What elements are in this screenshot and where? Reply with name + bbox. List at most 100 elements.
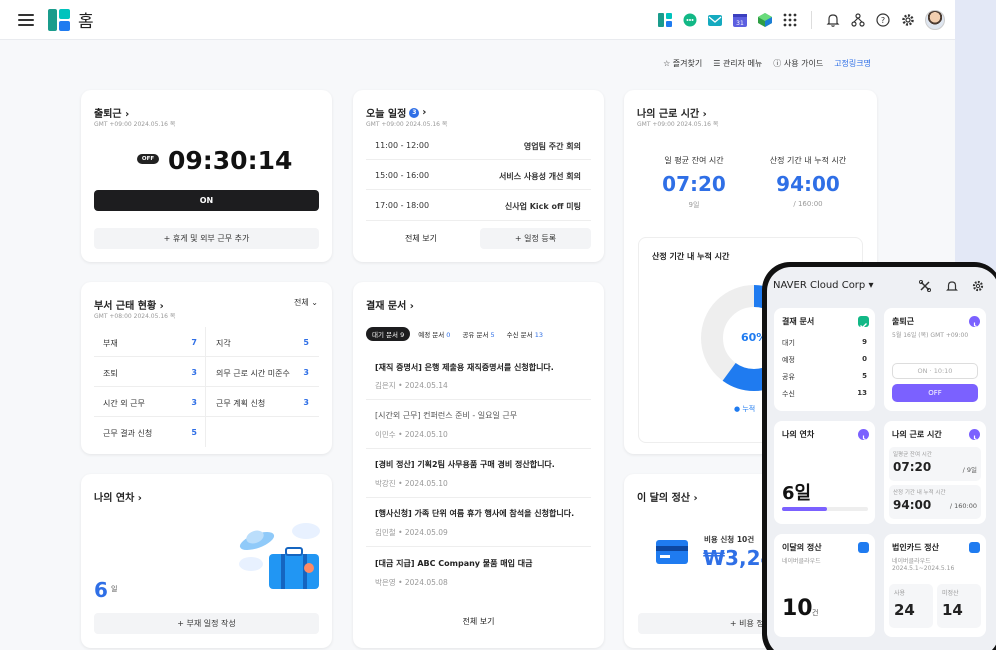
mobile-expense-value: 10 [782,596,813,621]
mobile-off-button[interactable]: OFF [892,384,978,402]
company-selector[interactable]: NAVER Cloud Corp ▾ [773,280,873,291]
tab-label: 예정 문서 [418,331,445,339]
chat-icon[interactable] [682,12,698,28]
calendar-icon[interactable]: 31 [732,12,748,28]
org-chart-icon[interactable] [850,12,866,28]
dept-stat[interactable]: 부재 7 [103,338,197,349]
tab-label: 공유 문서 [462,331,489,339]
leave-progress-fill [782,507,827,511]
dept-stat[interactable]: 근무 계획 신청 3 [216,398,309,409]
mobile-worktime-card[interactable]: 나의 근로 시간 일평균 잔여 시간 07:20 / 9일 산정 기간 내 누적… [884,421,986,524]
view-all-approval-button[interactable]: 전체 보기 [366,616,591,627]
mobile-corp-card[interactable]: 법인카드 정산 네이버클라우드 2024.5.1~2024.5.16 사용 24… [884,534,986,637]
add-absence-button[interactable]: + 부재 일정 작성 [94,613,319,634]
favorites-link[interactable]: ☆ 즐겨찾기 [663,58,702,69]
unsettled-value: 14 [942,601,963,619]
leave-card: 나의 연차 › 6 일 + 부재 일정 작성 [81,474,332,648]
stat-label: 조퇴 [103,369,118,378]
logo-icon[interactable] [48,8,70,31]
avg-label: 일 평균 잔여 시간 [664,156,724,165]
avatar[interactable] [925,10,945,30]
user-guide-link[interactable]: ⓘ 사용 가이드 [773,58,823,69]
tab-scheduled[interactable]: 예정 문서 0 [414,327,454,341]
mobile-corp-sub: 네이버클라우드 [892,558,931,565]
schedule-item[interactable]: 17:00 - 18:00 신사업 Kick off 미팅 [375,201,581,212]
mobile-approval-row: 공유 5 [782,372,867,382]
stat-value: 5 [303,338,309,347]
row-label: 수신 [782,390,795,398]
doc-title[interactable]: [경비 정산] 기획2팀 사무용품 구매 경비 정산합니다. [375,459,555,470]
tab-count: 13 [534,331,544,339]
help-icon[interactable]: ? [875,12,891,28]
stat-value: 3 [191,398,197,407]
folder-icon [858,542,869,553]
add-break-button[interactable]: + 휴게 및 외부 근무 추가 [94,228,319,249]
chart-title: 산정 기간 내 누적 시간 [652,252,730,261]
doc-meta: 김은지 • 2024.05.14 [375,381,448,390]
dept-title[interactable]: 부서 근태 현황 › [94,297,164,312]
gear-icon[interactable] [900,12,916,28]
doc-title[interactable]: [행사신청] 가족 단위 여름 휴가 행사에 참석을 신청합니다. [375,508,574,519]
mobile-approval-row: 수신 13 [782,389,867,399]
dept-stat[interactable]: 근무 결과 신청 5 [103,428,197,439]
bell-icon[interactable] [825,12,841,28]
used-label: 사용 [894,590,906,597]
tab-pending[interactable]: 대기 문서 9 [366,327,411,341]
tools-icon[interactable] [919,280,931,292]
cum-value: 94:00 [776,172,840,196]
bell-icon[interactable] [946,280,958,292]
doc-title[interactable]: [재직 증명서] 은행 제출용 재직증명서를 신청합니다. [375,362,554,373]
top-bar: 홈 31 ? [0,0,955,40]
mobile-leave-card[interactable]: 나의 연차 6일 [774,421,875,524]
expense-title[interactable]: 이 달의 정산 › [637,489,698,504]
pinned-link[interactable]: 고정링크명 [834,58,871,69]
mobile-commute-card[interactable]: 출퇴근 5월 16일 (목) GMT +09:00 ON · 10:10 OFF [884,308,986,411]
gear-icon[interactable] [972,280,984,292]
dept-filter-dropdown[interactable]: 전체 ⌄ [294,297,318,308]
worktime-title[interactable]: 나의 근로 시간 › [637,105,707,120]
mail-icon[interactable] [707,12,723,28]
tab-received[interactable]: 수신 문서 13 [503,327,547,341]
commute-title[interactable]: 출퇴근 › [94,105,129,120]
mobile-approval-card[interactable]: 결재 문서 대기 9 예정 0 공유 5 수신 13 [774,308,875,411]
expense-label: 비용 신청 10건 [704,535,755,544]
doc-title[interactable]: [시간외 근무] 컨퍼런스 준비 - 일요일 근무 [375,410,517,421]
drive-icon[interactable] [757,12,773,28]
divider [205,327,206,447]
tab-label: 수신 문서 [506,331,533,339]
schedule-item[interactable]: 11:00 - 12:00 영업팀 주간 회의 [375,141,581,152]
schedule-title[interactable]: 오늘 일정 3 › [366,105,426,120]
schedule-item[interactable]: 15:00 - 16:00 서비스 사용성 개선 회의 [375,171,581,182]
svg-text:?: ? [881,16,885,25]
doc-meta: 박강진 • 2024.05.10 [375,479,448,488]
schedule-time: 11:00 - 12:00 [375,141,430,150]
divider [366,546,591,547]
dept-stat[interactable]: 의무 근로 시간 미준수 3 [216,368,309,379]
works-icon[interactable] [657,12,673,28]
mobile-cum-label: 산정 기간 내 누적 시간 [893,490,946,496]
stat-label: 의무 근로 시간 미준수 [216,369,290,378]
mobile-corp-title: 법인카드 정산 [892,543,939,552]
mobile-cum-value: 94:00 [893,498,932,512]
leave-unit: 일 [111,585,118,593]
mobile-expense-card[interactable]: 이달의 정산 네이버클라우드 10 건 [774,534,875,637]
mobile-approval-title: 결재 문서 [782,317,815,326]
doc-title[interactable]: [대금 지급] ABC Company 물품 매입 대금 [375,558,533,569]
dept-stat[interactable]: 시간 외 근무 3 [103,398,197,409]
dept-stat[interactable]: 지각 5 [216,338,309,349]
menu-icon[interactable] [18,13,34,26]
approval-title[interactable]: 결재 문서 › [366,297,414,312]
cum-sub: / 160:00 [793,200,823,208]
leave-title[interactable]: 나의 연차 › [94,489,142,504]
admin-menu-link[interactable]: ☰ 관리자 메뉴 [713,58,762,69]
mobile-avg-label: 일평균 잔여 시간 [893,452,932,458]
dept-stat[interactable]: 조퇴 3 [103,368,197,379]
register-schedule-button[interactable]: + 일정 등록 [480,228,591,249]
mobile-on-button[interactable]: ON · 10:10 [892,363,978,379]
on-button[interactable]: ON [94,190,319,211]
view-all-schedule-button[interactable]: 전체 보기 [366,228,476,249]
tab-shared[interactable]: 공유 문서 5 [458,327,498,341]
apps-grid-icon[interactable] [782,12,798,28]
divider [366,448,591,449]
schedule-name: 서비스 사용성 개선 회의 [499,172,581,181]
